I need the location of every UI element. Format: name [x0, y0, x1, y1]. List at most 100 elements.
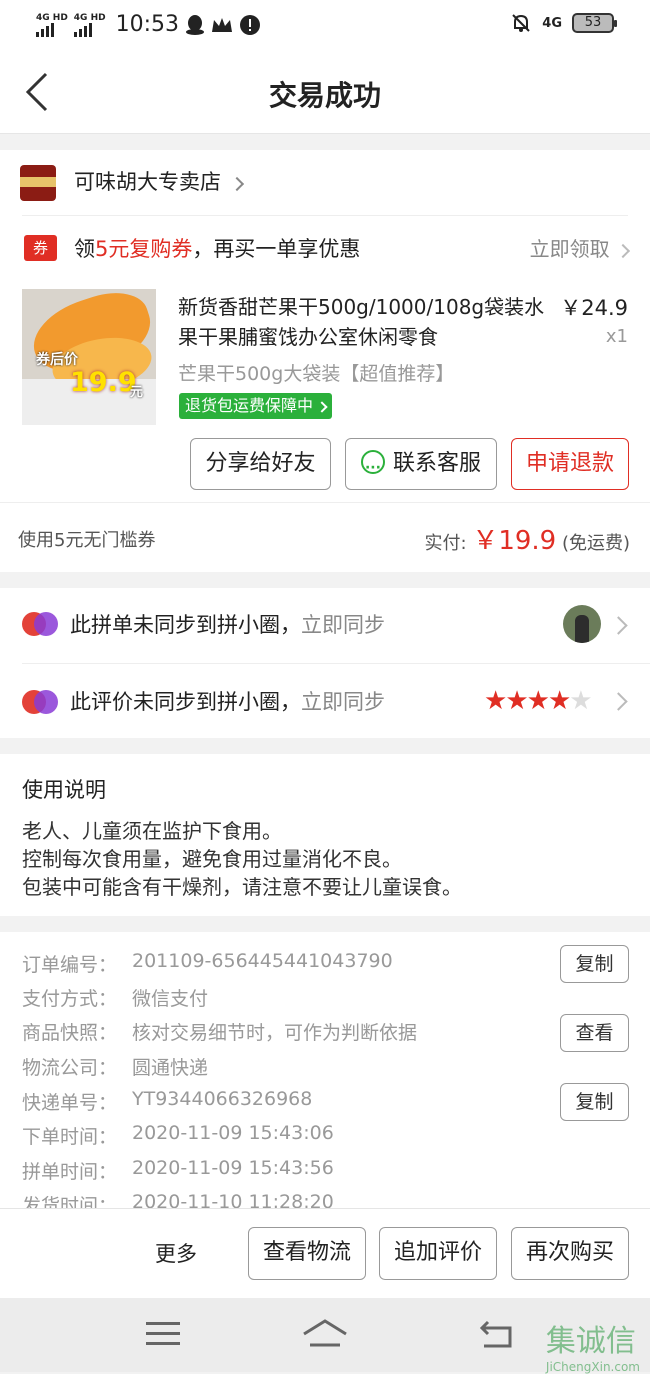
usage-title: 使用说明	[22, 778, 106, 802]
product-title[interactable]: 新货香甜芒果干500g/1000/108g袋装水果干果脯蜜饯办公室休闲零食	[178, 292, 548, 352]
share-label: 分享给好友	[205, 451, 316, 476]
usage-line: 包装中可能含有干燥剂，请注意不要让儿童误食。	[22, 875, 462, 899]
snapshot-label: 商品快照：	[22, 1022, 118, 1044]
courier-value: 圆通快递	[132, 1057, 209, 1079]
star-icon: ★	[526, 686, 550, 716]
status-time: 10:53	[115, 12, 179, 37]
coupon-tag: 券	[24, 235, 57, 261]
group-sync-text: 此拼单未同步到拼小圈，	[70, 613, 301, 637]
product-spec: 芒果干500g大袋装【超值推荐】	[178, 363, 455, 385]
group-sync-row[interactable]: 此拼单未同步到拼小圈，立即同步	[70, 609, 385, 639]
group-time-value: 2020-11-09 15:43:56	[132, 1157, 334, 1179]
ship-time-value: 2020-11-10 11:28:20	[132, 1191, 334, 1208]
image-unit: 元	[130, 385, 144, 400]
coupon-highlight: 5元复购券	[95, 237, 193, 261]
refund-button[interactable]: 申请退款	[511, 438, 629, 490]
home-icon[interactable]	[302, 1318, 348, 1348]
ship-time-label: 发货时间：	[22, 1195, 118, 1208]
crown-icon	[212, 18, 232, 32]
nav-bar: 交易成功	[0, 50, 650, 134]
shipping-note: (免运费)	[556, 533, 630, 554]
order-info-card: 订单编号： 201109-656445441043790 支付方式： 微信支付 …	[0, 932, 650, 1208]
coupon-used: 使用5元无门槛券	[18, 530, 156, 551]
copy-order-number-button[interactable]: 复制	[560, 945, 629, 983]
signal-tag: 4G HD	[73, 12, 106, 23]
battery-icon: 53	[572, 13, 617, 33]
star-icon: ★	[484, 686, 507, 716]
paid-value: ￥19.9	[472, 526, 557, 556]
status-bar: 4G HD 4G HD 10:53 4G 53	[0, 0, 650, 50]
view-logistics-button[interactable]: 查看物流	[248, 1227, 366, 1280]
order-number-label: 订单编号：	[22, 954, 118, 976]
guarantee-label: 退货包运费保障中	[185, 396, 314, 415]
mute-bell-icon	[512, 14, 530, 32]
image-label: 券后价	[36, 352, 78, 368]
claim-coupon-label: 立即领取	[529, 237, 610, 261]
contact-label: 联系客服	[392, 451, 481, 476]
order-number-value: 201109-656445441043790	[132, 950, 393, 972]
payment-method-value: 微信支付	[132, 988, 209, 1010]
chevron-right-icon	[316, 401, 328, 413]
product-price: ￥24.9	[560, 296, 628, 320]
review-label: 追加评价	[393, 1240, 482, 1265]
review-sync-action: 立即同步	[301, 690, 385, 714]
shipping-guarantee-badge[interactable]: 退货包运费保障中	[179, 393, 333, 419]
signal-icon: 4G HD	[36, 12, 68, 37]
tracking-number-label: 快递单号：	[22, 1092, 118, 1114]
order-time-label: 下单时间：	[22, 1126, 118, 1148]
contact-service-button[interactable]: 联系客服	[345, 438, 497, 493]
chevron-right-icon	[229, 176, 244, 192]
store-link[interactable]: 可味胡大专卖店	[74, 166, 244, 196]
add-review-button[interactable]: 追加评价	[379, 1227, 497, 1280]
watermark-main: 集诚信	[545, 1324, 636, 1359]
alert-icon	[240, 15, 260, 35]
tracking-number-value: YT9344066326968	[132, 1088, 313, 1110]
pinxiaoquan-icon	[22, 612, 58, 636]
network-label: 4G	[542, 15, 562, 31]
coupon-text: 领5元复购券，再买一单享优惠	[74, 233, 360, 263]
claim-coupon-link[interactable]: 立即领取	[529, 233, 631, 262]
watermark-logo: 集诚信 JiChengXin.com	[546, 1316, 640, 1374]
battery-level: 53	[584, 15, 602, 30]
signal-tag: 4G HD	[36, 12, 68, 23]
usage-line: 老人、儿童须在监护下食用。	[22, 819, 282, 843]
buy-again-button[interactable]: 再次购买	[511, 1227, 629, 1280]
paid-amount: 实付: ￥19.9 (免运费)	[425, 520, 630, 557]
menu-icon[interactable]	[146, 1320, 180, 1348]
rebuy-label: 再次购买	[525, 1240, 614, 1265]
star-icon: ★	[547, 686, 571, 716]
review-sync-text: 此评价未同步到拼小圈，	[70, 690, 301, 714]
view-snapshot-button[interactable]: 查看	[560, 1014, 629, 1052]
coupon-prefix: 领	[74, 237, 95, 261]
signal-icon: 4G HD	[73, 12, 106, 37]
return-icon[interactable]	[478, 1318, 514, 1350]
courier-label: 物流公司：	[22, 1057, 118, 1079]
pinxiaoquan-icon	[22, 690, 58, 714]
coupon-suffix: ，再买一单享优惠	[192, 237, 361, 261]
snapshot-value: 核对交易细节时，可作为判断依据	[132, 1022, 418, 1044]
group-sync-action: 立即同步	[301, 613, 385, 637]
chat-icon	[360, 443, 385, 493]
logistics-label: 查看物流	[262, 1240, 351, 1265]
rating-stars: ★★★★★	[484, 686, 593, 716]
refund-label: 申请退款	[525, 451, 614, 476]
copy-tracking-button[interactable]: 复制	[560, 1083, 629, 1121]
review-sync-row[interactable]: 此评价未同步到拼小圈，立即同步	[70, 686, 385, 716]
share-button[interactable]: 分享给好友	[190, 438, 331, 490]
store-name: 可味胡大专卖店	[74, 170, 221, 194]
store-logo[interactable]	[20, 165, 56, 201]
product-image[interactable]: 券后价 19.9 元	[22, 289, 156, 425]
group-time-label: 拼单时间：	[22, 1161, 118, 1183]
paid-label: 实付:	[424, 533, 473, 554]
order-time-value: 2020-11-09 15:43:06	[132, 1122, 334, 1144]
product-quantity: x1	[605, 326, 628, 347]
qq-icon	[186, 15, 204, 35]
more-button[interactable]: 更多	[155, 1238, 197, 1268]
page-title: 交易成功	[268, 79, 381, 112]
star-icon: ★	[505, 686, 528, 716]
star-icon: ★	[569, 686, 592, 716]
payment-method-label: 支付方式：	[22, 988, 118, 1010]
image-price: 19.9	[70, 367, 137, 398]
usage-line: 控制每次食用量，避免食用过量消化不良。	[22, 847, 402, 871]
chevron-right-icon	[615, 243, 631, 259]
